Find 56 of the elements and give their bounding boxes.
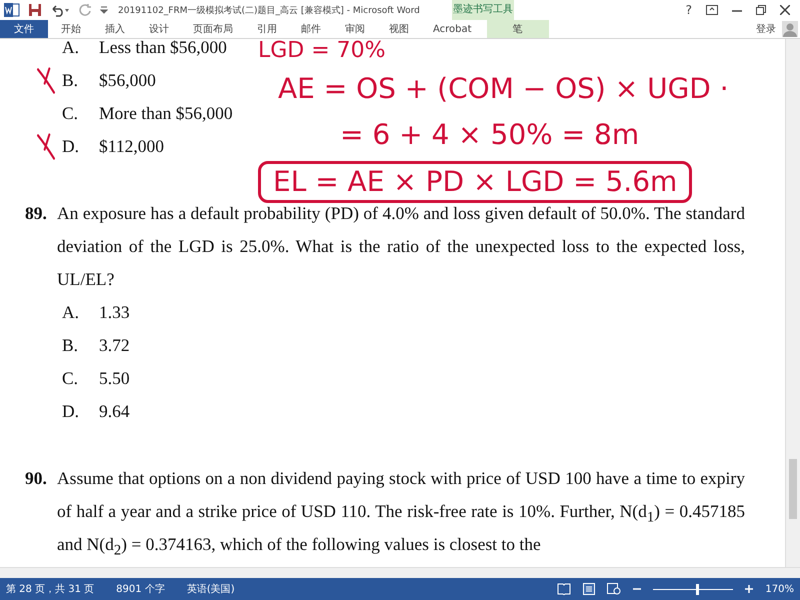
- ribbon-tab[interactable]: 引用: [248, 20, 286, 38]
- handwritten-annotation: = 6 + 4 × 50% = 8m: [340, 117, 640, 153]
- undo-icon[interactable]: [50, 3, 70, 17]
- option-text: Less than $56,000: [99, 39, 227, 59]
- ribbon-tab[interactable]: 开始: [52, 20, 90, 38]
- question-number: 90.: [24, 467, 48, 490]
- page-count[interactable]: 第 28 页，共 31 页: [6, 582, 94, 596]
- handwritten-annotation: EL = AE × PD × LGD = 5.6m: [258, 161, 692, 203]
- contextual-tab-group-header: 墨迹书写工具: [452, 0, 514, 20]
- question-number: 89.: [24, 202, 48, 225]
- vertical-scrollbar[interactable]: [785, 39, 800, 567]
- horizontal-scrollbar[interactable]: [0, 567, 800, 578]
- ribbon-tab[interactable]: 插入: [96, 20, 134, 38]
- word-logo-icon: [4, 3, 20, 17]
- ribbon-tab[interactable]: 页面布局: [184, 20, 242, 38]
- option-text: 3.72: [99, 334, 130, 357]
- option-text: 9.64: [99, 400, 130, 423]
- print-layout-icon[interactable]: [583, 583, 596, 595]
- close-icon[interactable]: [780, 5, 790, 15]
- file-tab[interactable]: 文件: [0, 20, 48, 38]
- ribbon-tab[interactable]: 视图: [380, 20, 418, 38]
- restore-icon[interactable]: [756, 5, 766, 15]
- customize-caret-icon[interactable]: [100, 6, 108, 14]
- option-letter: C.: [62, 367, 80, 390]
- option-letter: B.: [62, 69, 80, 92]
- zoom-in-icon[interactable]: [745, 585, 754, 593]
- option-text: 1.33: [99, 301, 130, 324]
- option-text: $56,000: [99, 69, 156, 92]
- option-letter: A.: [62, 301, 80, 324]
- handwritten-annotation: LGD = 70%: [258, 39, 386, 65]
- word-count[interactable]: 8901 个字: [116, 582, 165, 596]
- ribbon-tab[interactable]: Acrobat: [424, 20, 481, 38]
- save-icon[interactable]: [28, 3, 42, 17]
- question-text: Assume that options on a non dividend paying stock with price of USD 100 have a time to expiry of half a year and a strike price of USD 110. The risk-free rate is 10%. Further, N(d$_{1}$) = 0.457185 and N(d$_{2}$) = 0.374163, which of the following values is closest to the: [57, 467, 745, 560]
- help-button[interactable]: ?: [686, 3, 692, 17]
- sign-in-link[interactable]: 登录: [756, 22, 776, 36]
- option-letter: C.: [62, 102, 80, 125]
- read-mode-icon[interactable]: [557, 583, 572, 595]
- option-letter: A.: [62, 39, 80, 59]
- ribbon-display-options-icon[interactable]: [706, 5, 718, 15]
- option-text: More than $56,000: [99, 102, 233, 125]
- ribbon-tab[interactable]: 审阅: [336, 20, 374, 38]
- option-letter: D.: [62, 135, 80, 158]
- web-layout-icon[interactable]: [607, 583, 622, 595]
- question-text: An exposure has a default probability (PD) of 4.0% and loss given default of 50.0%. The standard deviation of the LGD is 25.0%. What is the ratio of the unexpected loss to the expected loss, UL/EL?: [57, 202, 745, 291]
- zoom-level[interactable]: 170%: [765, 584, 794, 594]
- option-letter: D.: [62, 400, 80, 423]
- ribbon-tab[interactable]: 设计: [140, 20, 178, 38]
- language-indicator[interactable]: 英语(美国): [186, 582, 235, 596]
- ribbon-tab[interactable]: 笔: [486, 20, 549, 38]
- window-title: 20191102_FRM一级模拟考试(二)题目_高云 [兼容模式] - Microsoft Word: [118, 4, 420, 17]
- handwritten-annotation: AE = OS + (COM − OS) × UGD ·: [278, 71, 729, 107]
- option-text: 5.50: [99, 367, 130, 390]
- option-letter: B.: [62, 334, 80, 357]
- option-text: $112,000: [99, 135, 164, 158]
- ribbon-tab[interactable]: 邮件: [292, 20, 330, 38]
